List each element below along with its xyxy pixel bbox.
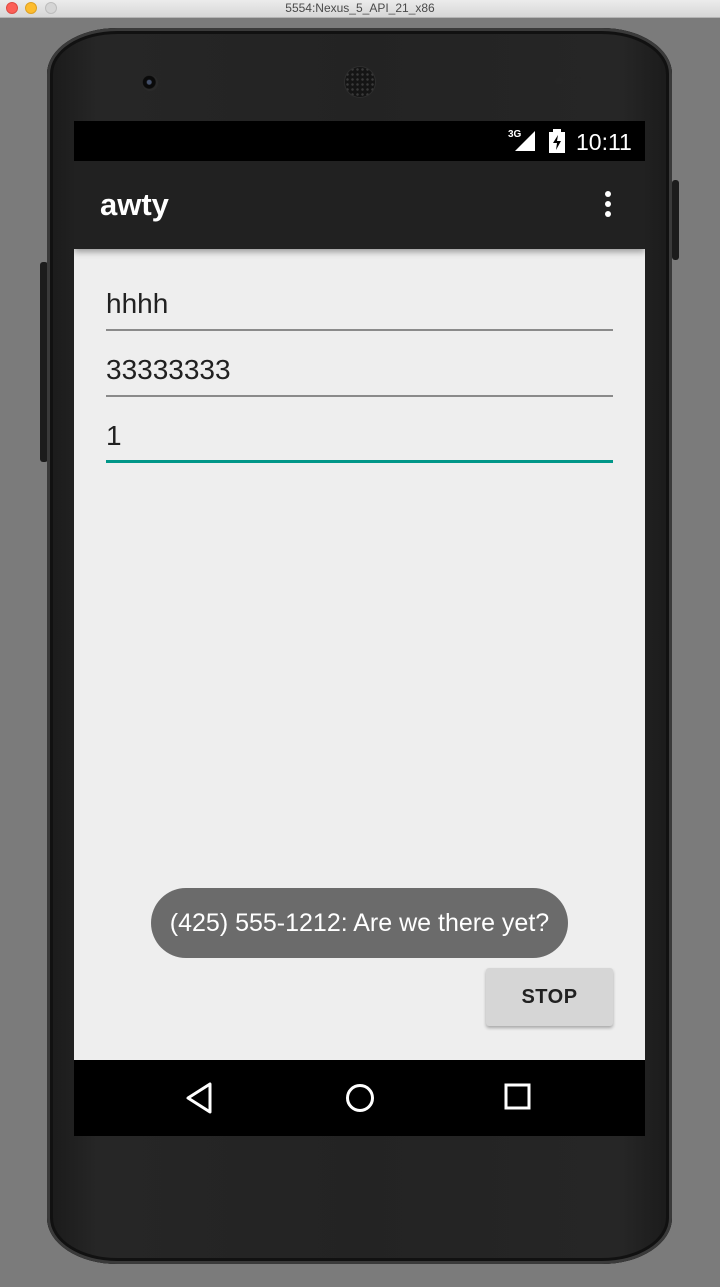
recents-icon[interactable] bbox=[504, 1083, 532, 1111]
front-camera-icon bbox=[142, 75, 158, 91]
app-bar: awty bbox=[74, 161, 645, 249]
home-icon[interactable] bbox=[344, 1082, 376, 1114]
overflow-menu-icon[interactable] bbox=[596, 191, 620, 221]
window-title: 5554:Nexus_5_API_21_x86 bbox=[285, 1, 435, 15]
device-screen: 3G 10:11 awty (425) 555-1212: Are we the… bbox=[74, 121, 645, 1136]
proximity-sensor-icon bbox=[555, 77, 563, 85]
power-button[interactable] bbox=[672, 180, 679, 260]
interval-input[interactable] bbox=[106, 411, 613, 463]
back-icon[interactable] bbox=[184, 1081, 214, 1115]
app-title: awty bbox=[100, 187, 169, 222]
phone-number-input[interactable] bbox=[106, 345, 613, 397]
toast-message: (425) 555-1212: Are we there yet? bbox=[151, 888, 568, 958]
earpiece-speaker-icon bbox=[345, 67, 375, 97]
light-sensor-icon bbox=[575, 77, 581, 83]
network-type-label: 3G bbox=[508, 129, 522, 140]
status-bar: 3G 10:11 bbox=[74, 121, 645, 161]
message-input[interactable] bbox=[106, 279, 613, 331]
navigation-bar bbox=[74, 1060, 645, 1136]
status-clock: 10:11 bbox=[576, 129, 632, 155]
battery-charging-icon bbox=[549, 129, 565, 153]
emulator-title-bar: 5554:Nexus_5_API_21_x86 bbox=[0, 0, 720, 18]
stop-button[interactable]: STOP bbox=[486, 968, 613, 1026]
